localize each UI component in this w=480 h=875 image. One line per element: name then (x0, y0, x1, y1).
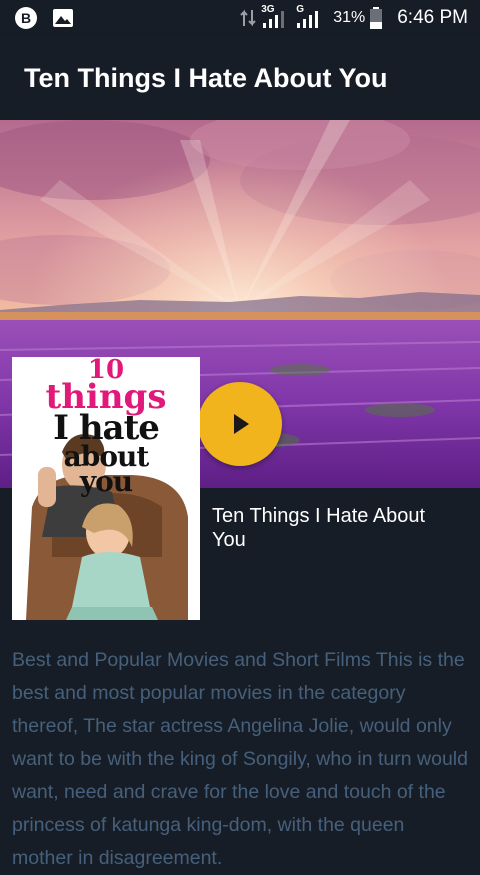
poster-line5: you (79, 464, 133, 498)
movie-poster[interactable]: 10 things I hate about you (12, 357, 200, 620)
movie-title: Ten Things I Hate About You (212, 505, 426, 551)
poster-line3: I hate (53, 407, 160, 448)
signal-g-icon: G (295, 4, 325, 30)
poster-title: 10 things I hate about you (12, 357, 200, 498)
image-icon (52, 8, 74, 28)
status-time: 6:46 PM (397, 7, 468, 28)
svg-text:B: B (21, 10, 31, 26)
status-bar: B 3G G 31% 6:46 PM (0, 0, 480, 36)
app-b-icon: B (14, 6, 38, 30)
page-title: Ten Things I Hate About You (24, 62, 388, 93)
movie-description: Best and Popular Movies and Short Films … (12, 649, 468, 869)
data-arrows-icon (239, 8, 257, 28)
signal-3g-icon: 3G (261, 4, 291, 30)
app-bar: Ten Things I Hate About You (0, 36, 480, 120)
play-button[interactable] (198, 382, 282, 466)
play-icon (234, 414, 249, 434)
battery-percent: 31% (333, 9, 366, 26)
battery-icon (369, 7, 383, 29)
